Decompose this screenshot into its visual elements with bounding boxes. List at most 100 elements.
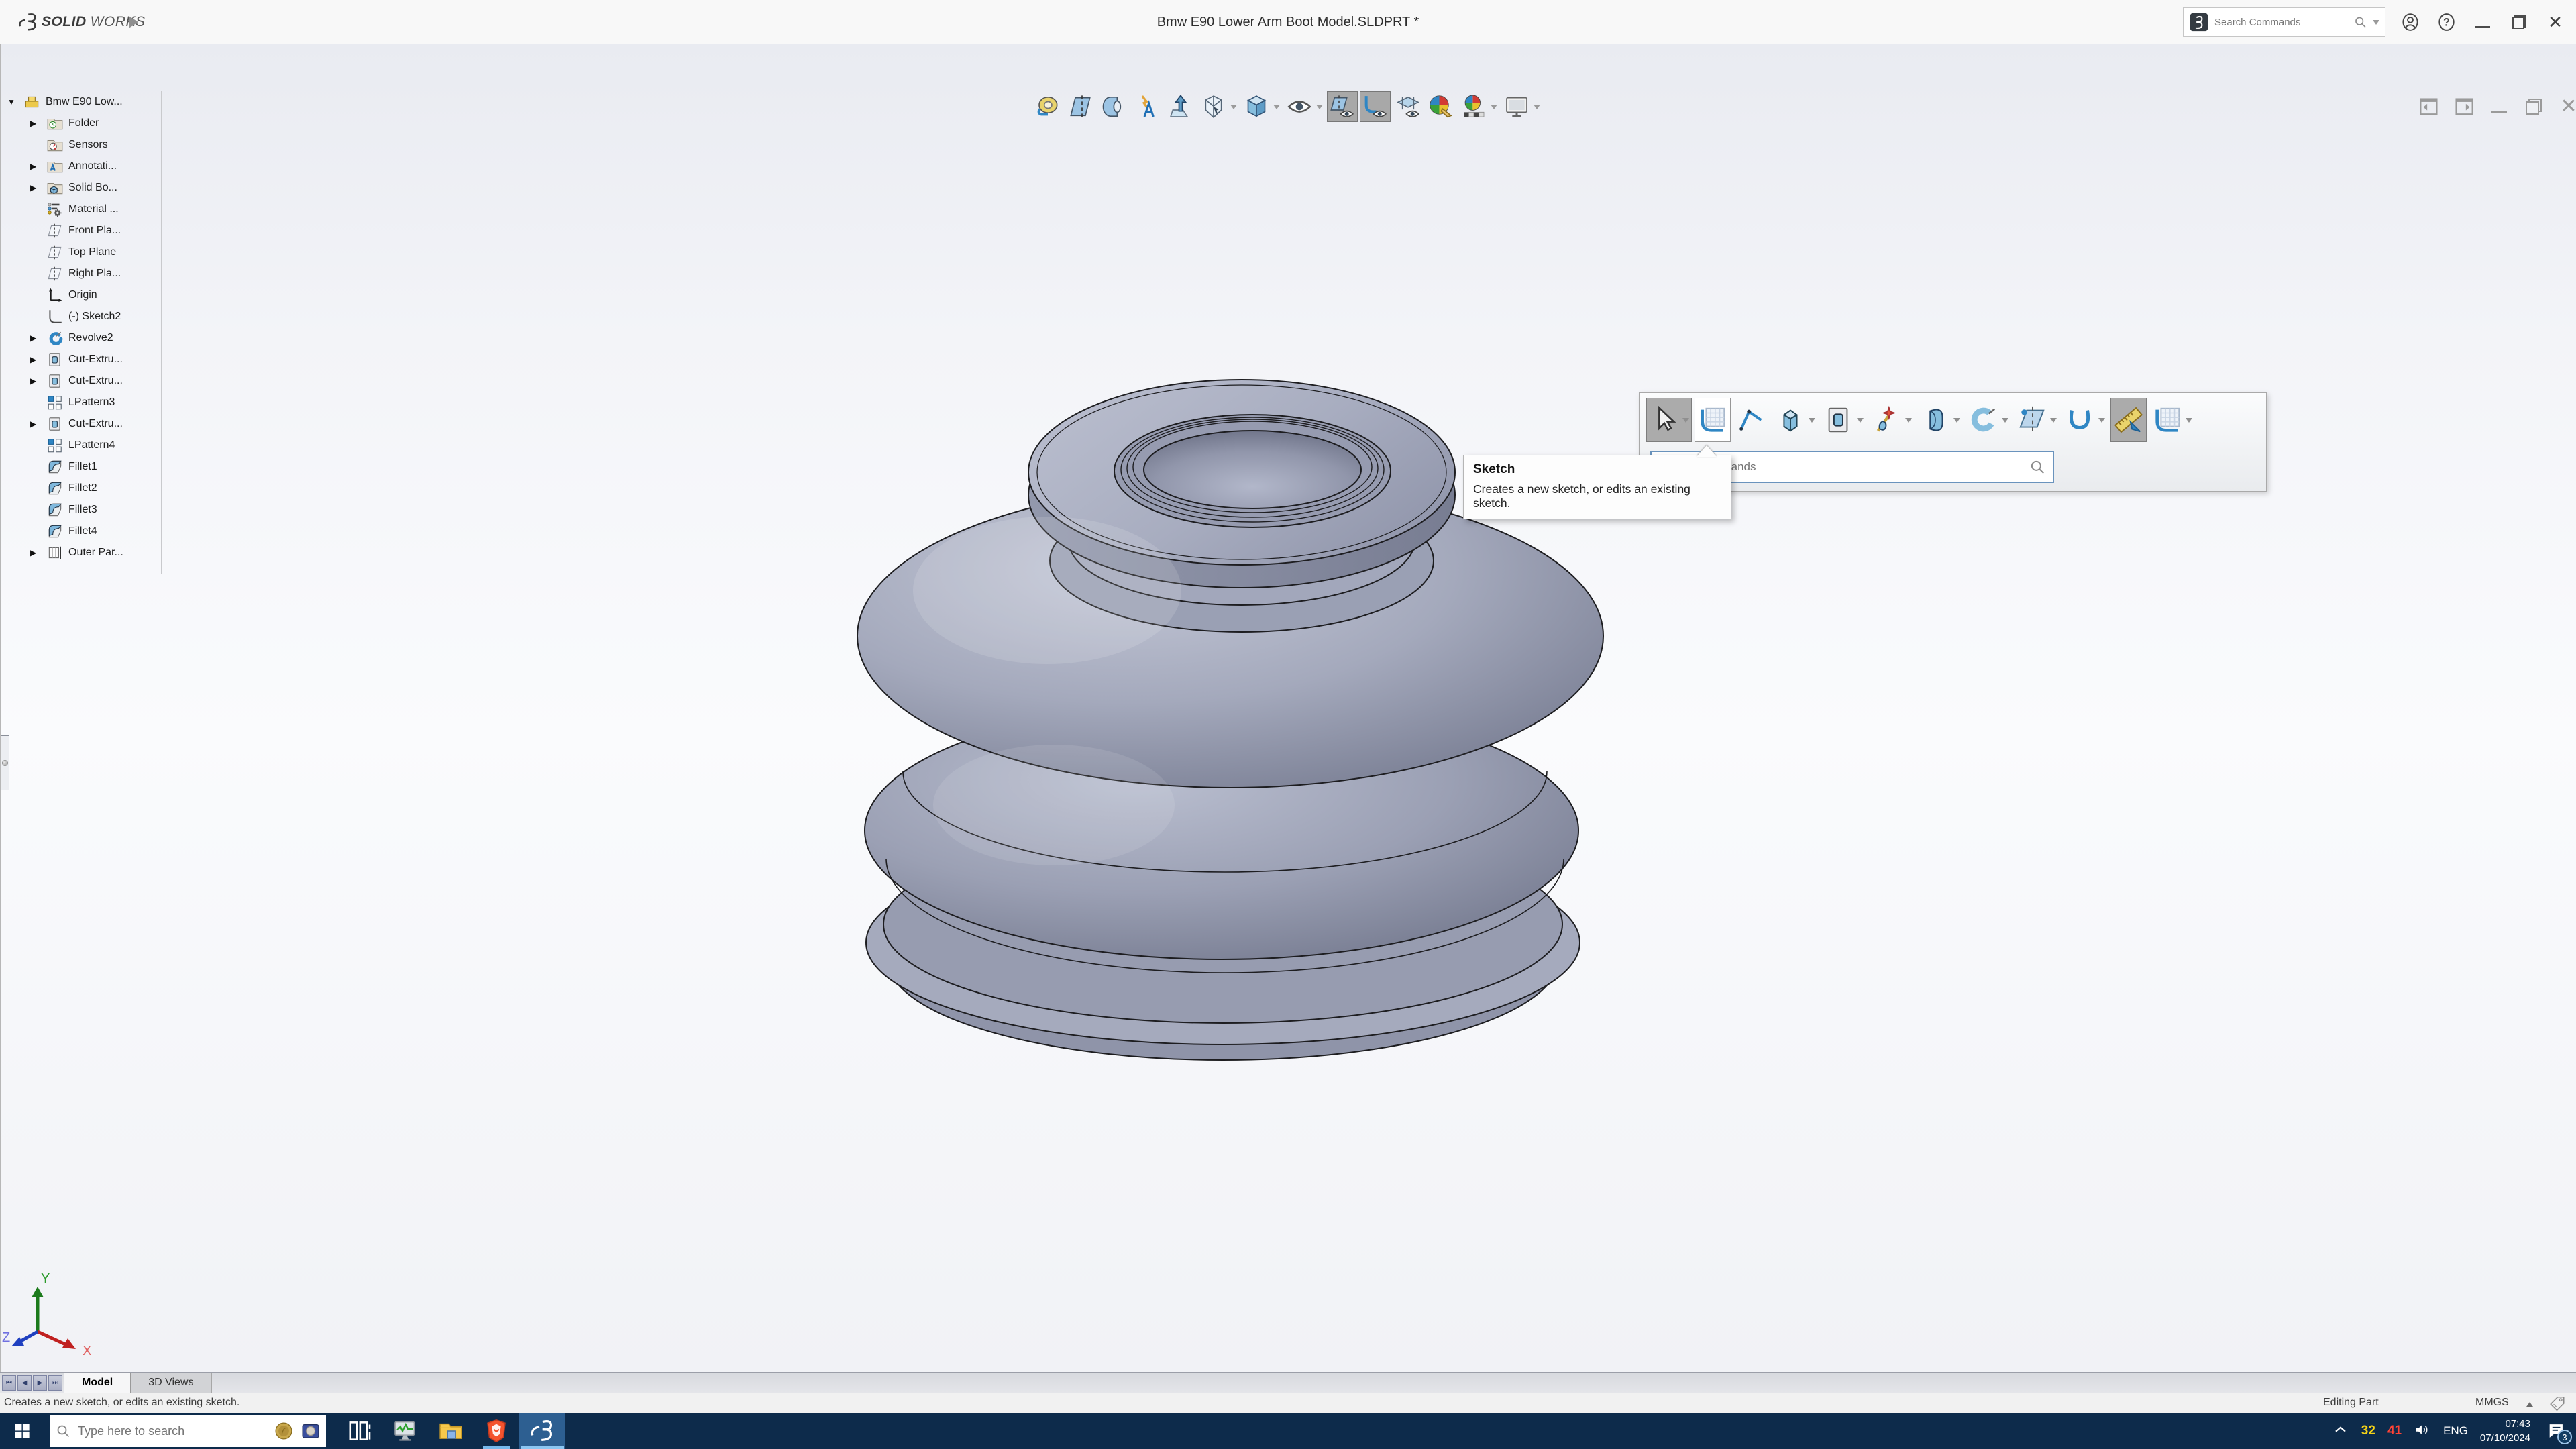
graphics-viewport[interactable]: Y X Z xyxy=(1,44,2576,1372)
line-tool-button[interactable] xyxy=(1733,398,1770,442)
dropdown-arrow-icon[interactable] xyxy=(1491,105,1497,109)
search-highlight-compact-icon[interactable] xyxy=(301,1421,321,1441)
view-orientation-button[interactable] xyxy=(1198,91,1239,122)
revolved-boss-button[interactable] xyxy=(1917,398,1963,442)
dropdown-arrow-icon[interactable] xyxy=(1857,418,1864,423)
dropdown-arrow-icon[interactable] xyxy=(1534,105,1540,109)
expander-icon[interactable] xyxy=(30,376,46,386)
select-tool-button[interactable] xyxy=(1646,398,1692,442)
section-view-button[interactable] xyxy=(1067,91,1097,122)
tree-item-material[interactable]: Material ... xyxy=(1,199,161,220)
tree-item-folder[interactable]: Folder xyxy=(1,113,161,134)
tree-item-cut-extrude1[interactable]: Cut-Extru... xyxy=(1,349,161,370)
tree-item-annotations[interactable]: Annotati... xyxy=(1,156,161,177)
taskbar-task-manager-icon[interactable] xyxy=(382,1413,428,1449)
dropdown-arrow-icon[interactable] xyxy=(1682,418,1689,423)
tab-3d-views[interactable]: 3D Views xyxy=(131,1373,211,1393)
dropdown-arrow-icon[interactable] xyxy=(1273,105,1280,109)
notification-center-button[interactable]: 3 xyxy=(2542,1417,2569,1444)
taskbar-solidworks-icon[interactable] xyxy=(519,1413,565,1449)
clock[interactable]: 07:43 07/10/2024 xyxy=(2480,1417,2530,1445)
section-cut-button[interactable] xyxy=(1099,91,1130,122)
tree-item-lpattern3[interactable]: LPattern3 xyxy=(1,392,161,413)
dropdown-arrow-icon[interactable] xyxy=(1953,418,1960,423)
tree-item-revolve2[interactable]: Revolve2 xyxy=(1,327,161,349)
login-button[interactable] xyxy=(2399,11,2422,34)
search-highlight-medal-icon[interactable] xyxy=(274,1421,294,1441)
search-icon[interactable] xyxy=(2353,15,2367,30)
taskbar-brave-icon[interactable] xyxy=(474,1413,519,1449)
command-search-input[interactable] xyxy=(2214,17,2348,28)
tree-item-sensors[interactable]: Sensors xyxy=(1,134,161,156)
expander-icon[interactable] xyxy=(30,183,46,193)
windows-search-input[interactable] xyxy=(78,1424,267,1438)
language-indicator[interactable]: ENG xyxy=(2443,1424,2468,1438)
edit-appearance-button[interactable] xyxy=(1426,91,1456,122)
view-planes-toggle[interactable] xyxy=(1327,91,1358,122)
pane-splitter-handle[interactable] xyxy=(1,735,9,790)
tag-icon[interactable] xyxy=(2548,1395,2567,1412)
dropdown-arrow-icon[interactable] xyxy=(1316,105,1323,109)
view-sketches-toggle[interactable] xyxy=(1360,91,1391,122)
units-label[interactable]: MMGS xyxy=(2475,1397,2509,1409)
tree-item-fillet2[interactable]: Fillet2 xyxy=(1,478,161,499)
expander-icon[interactable] xyxy=(30,548,46,557)
tab-prev-button[interactable]: ◀ xyxy=(17,1375,32,1391)
extruded-cut-button[interactable] xyxy=(1821,398,1866,442)
tree-item-front-plane[interactable]: Front Pla... xyxy=(1,220,161,241)
help-button[interactable] xyxy=(2435,11,2458,34)
search-icon[interactable] xyxy=(2029,458,2046,476)
expander-icon[interactable] xyxy=(30,162,46,171)
sketch-grid-button[interactable] xyxy=(2149,398,2195,442)
tree-item-right-plane[interactable]: Right Pla... xyxy=(1,263,161,284)
extruded-boss-button[interactable] xyxy=(1772,398,1818,442)
tab-first-button[interactable]: ⏮ xyxy=(2,1375,16,1391)
start-button[interactable] xyxy=(0,1413,44,1449)
tree-item-outer-part[interactable]: Outer Par... xyxy=(1,542,161,564)
smart-dimension-button[interactable] xyxy=(2110,398,2147,442)
tab-model[interactable]: Model xyxy=(64,1373,131,1393)
dropdown-arrow-icon[interactable] xyxy=(2002,418,2008,423)
reference-geometry-button[interactable] xyxy=(2014,398,2059,442)
normal-to-button[interactable] xyxy=(1165,91,1196,122)
tab-last-button[interactable]: ⏭ xyxy=(48,1375,62,1391)
tree-item-fillet4[interactable]: Fillet4 xyxy=(1,521,161,542)
revolved-cut-button[interactable] xyxy=(1966,398,2011,442)
sensor-value-2[interactable]: 41 xyxy=(2387,1424,2402,1438)
dropdown-arrow-icon[interactable] xyxy=(1230,105,1237,109)
collapse-pane-right-button[interactable] xyxy=(2451,94,2477,119)
units-dropdown-icon[interactable] xyxy=(2526,1402,2533,1407)
tree-item-cut-extrude3[interactable]: Cut-Extru... xyxy=(1,413,161,435)
sensor-value-1[interactable]: 32 xyxy=(2361,1424,2375,1438)
hide-show-items-button[interactable] xyxy=(1284,91,1325,122)
restore-button[interactable] xyxy=(2508,11,2530,34)
tab-next-button[interactable]: ▶ xyxy=(33,1375,47,1391)
command-search-box[interactable] xyxy=(2183,7,2385,37)
windows-search-box[interactable] xyxy=(50,1415,326,1447)
collapse-pane-left-button[interactable] xyxy=(2416,94,2443,119)
tree-item-top-plane[interactable]: Top Plane xyxy=(1,241,161,263)
tree-item-sketch2[interactable]: (-) Sketch2 xyxy=(1,306,161,327)
view-settings-button[interactable] xyxy=(1501,91,1542,122)
dropdown-arrow-icon[interactable] xyxy=(2186,418,2192,423)
taskbar-file-explorer-icon[interactable] xyxy=(428,1413,474,1449)
expander-icon[interactable] xyxy=(30,119,46,128)
expander-icon[interactable] xyxy=(30,333,46,343)
annotations-button[interactable] xyxy=(1132,91,1163,122)
sketch-relations-button[interactable] xyxy=(1393,91,1424,122)
dropdown-arrow-icon[interactable] xyxy=(2098,418,2105,423)
volume-button[interactable] xyxy=(2414,1421,2431,1442)
close-button[interactable]: ✕ xyxy=(2544,11,2567,34)
tree-item-solid-bodies[interactable]: Solid Bo... xyxy=(1,177,161,199)
hidden-icons-button[interactable] xyxy=(2332,1421,2349,1442)
measure-button[interactable] xyxy=(1034,91,1065,122)
display-style-button[interactable] xyxy=(1241,91,1282,122)
taskbar-task-view-button[interactable] xyxy=(337,1413,382,1449)
expander-icon[interactable] xyxy=(30,355,46,364)
tree-item-origin[interactable]: Origin xyxy=(1,284,161,306)
dropdown-arrow-icon[interactable] xyxy=(1809,418,1815,423)
search-dropdown-icon[interactable] xyxy=(2373,20,2379,25)
spline-tool-button[interactable] xyxy=(2062,398,2108,442)
apply-scene-button[interactable] xyxy=(1458,91,1499,122)
doc-close-button[interactable]: ✕ xyxy=(2555,94,2576,119)
